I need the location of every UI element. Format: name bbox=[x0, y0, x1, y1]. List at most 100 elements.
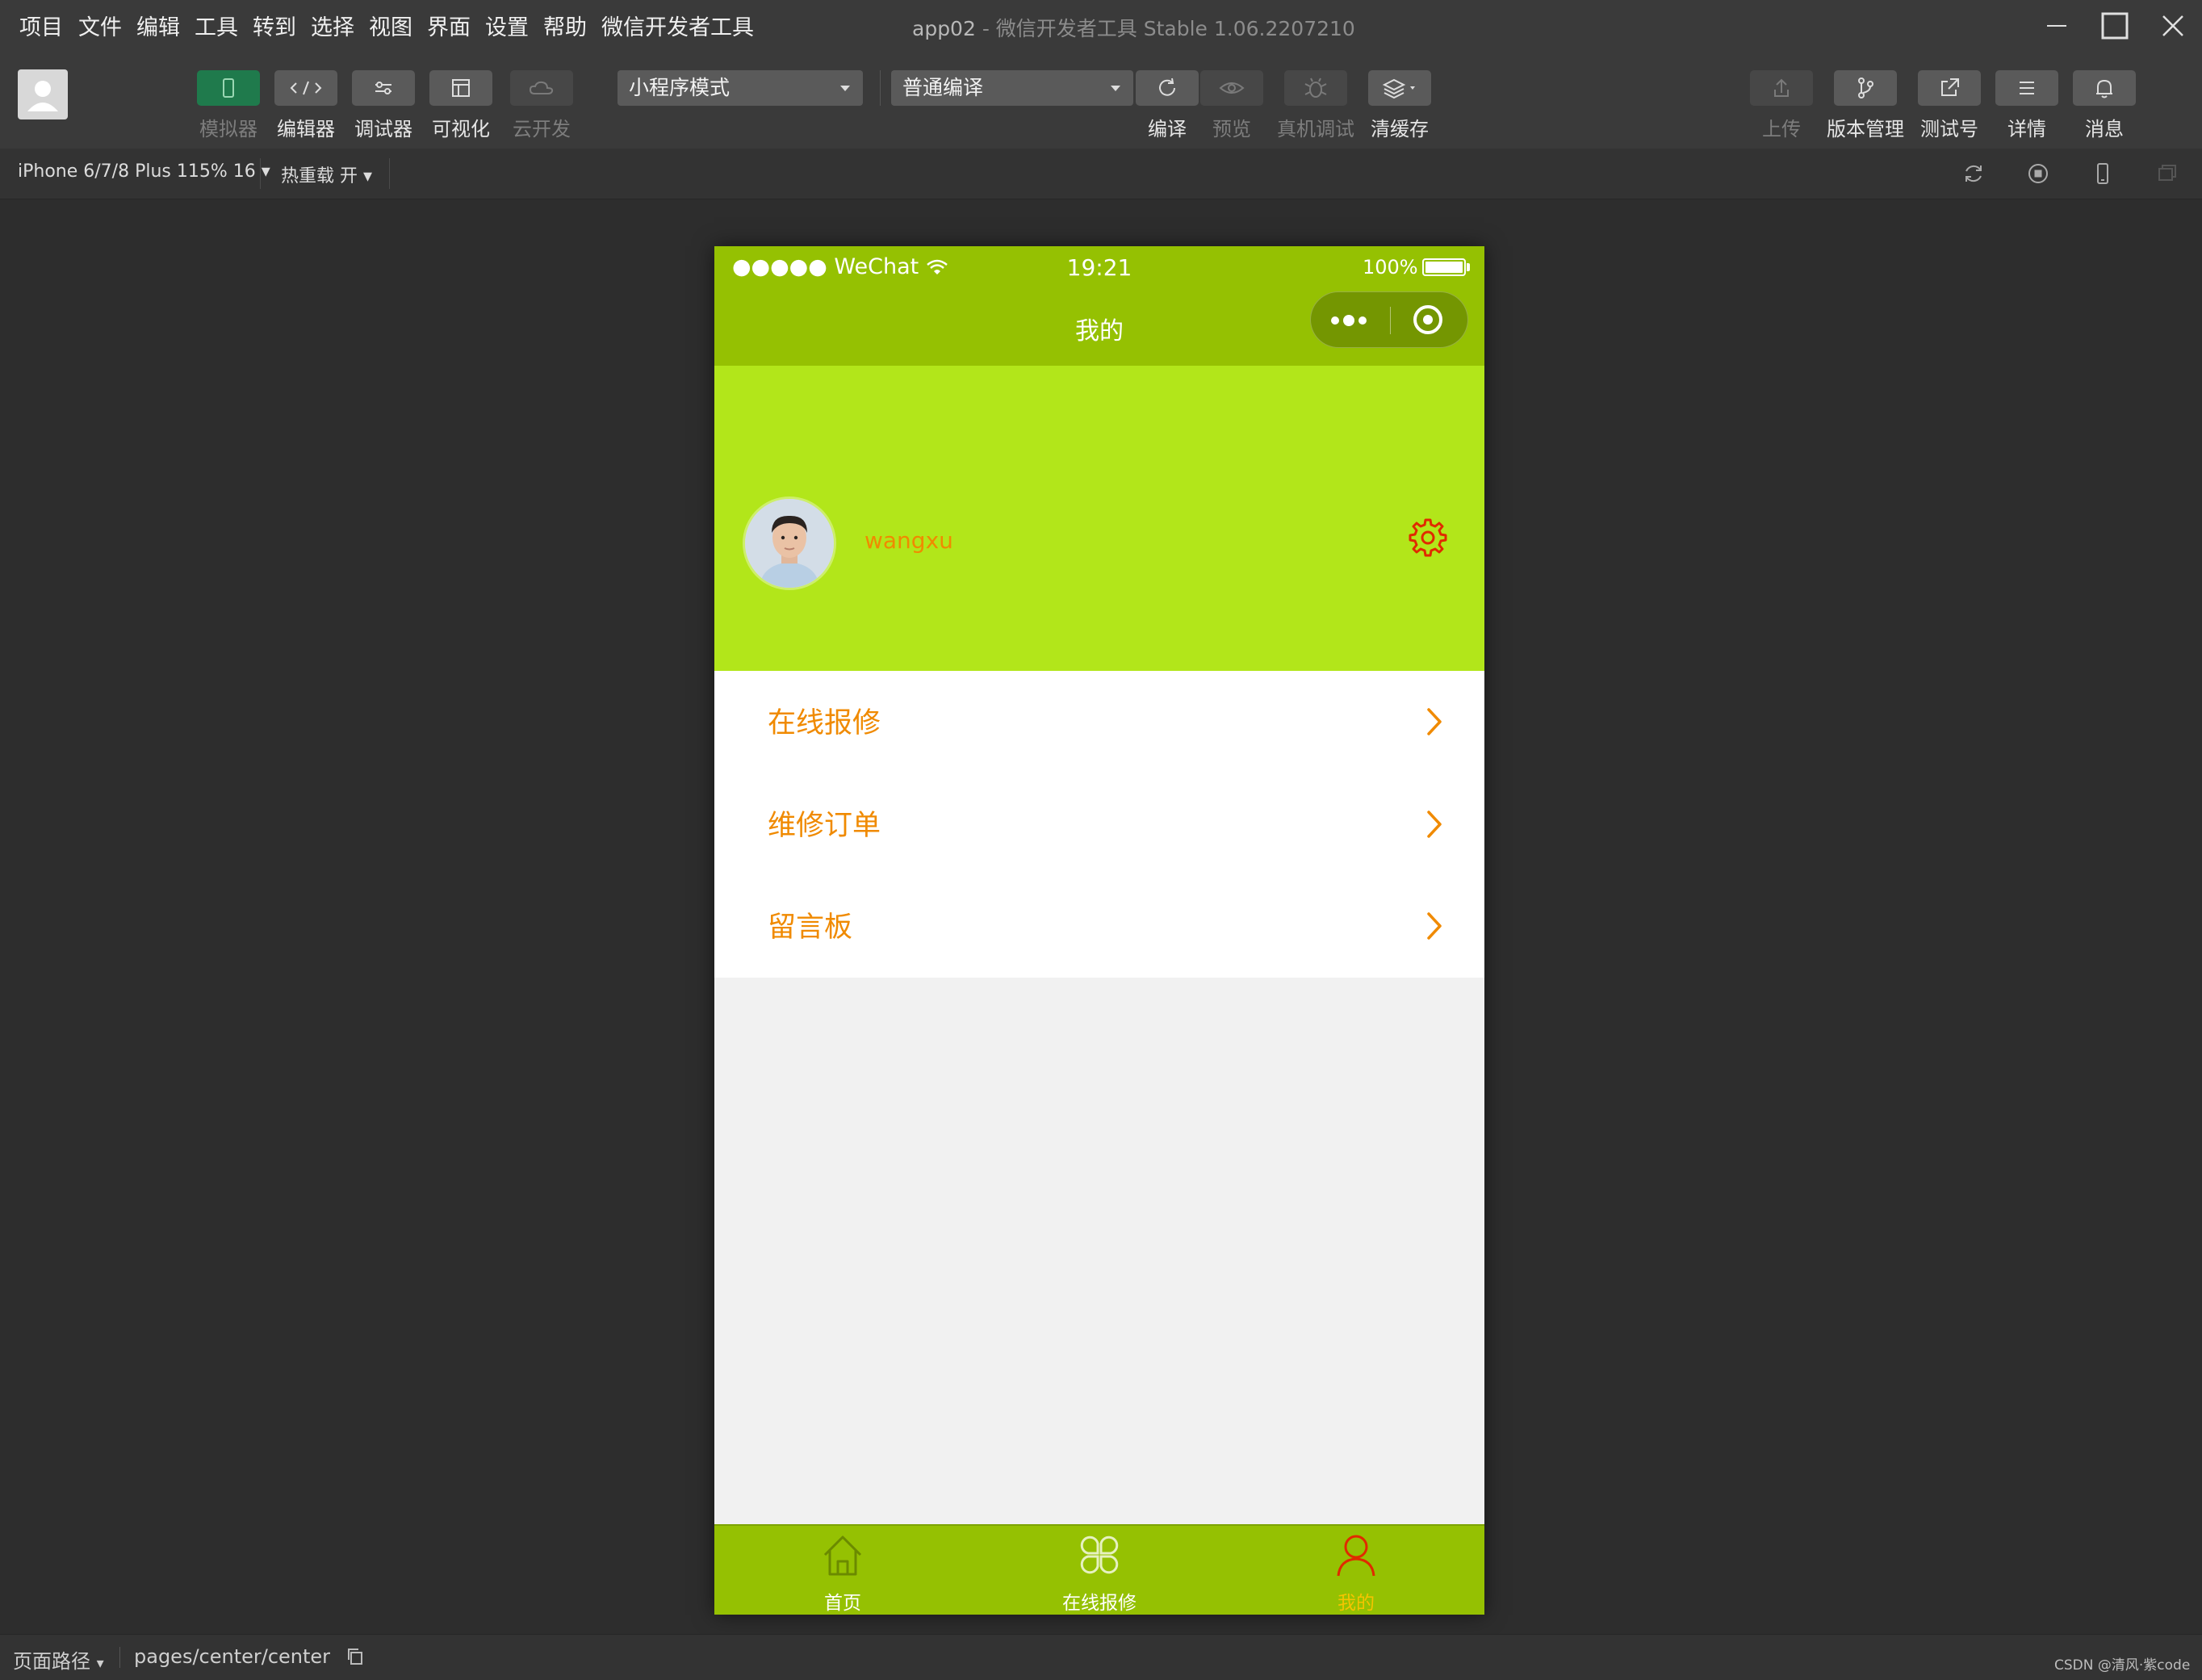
battery-percent: 100% bbox=[1363, 256, 1418, 279]
tab-label: 在线报修 bbox=[1062, 1593, 1137, 1614]
page-path-label: 页面路径 bbox=[13, 1650, 90, 1673]
messages-label: 消息 bbox=[2085, 118, 2124, 140]
device-select-value: iPhone 6/7/8 Plus 115% 16 bbox=[18, 161, 256, 182]
hotreload-select[interactable]: 热重载 开 ▾ bbox=[281, 161, 372, 187]
minimize-button[interactable] bbox=[2039, 8, 2074, 44]
watermark: CSDN @清风·紫code bbox=[2054, 1657, 2191, 1674]
tab-online-repair[interactable]: 在线报修 bbox=[971, 1526, 1228, 1615]
maximize-button[interactable] bbox=[2097, 8, 2133, 44]
version-label: 版本管理 bbox=[1827, 118, 1904, 140]
window-title-app: app02 bbox=[912, 17, 976, 40]
device-bar-divider bbox=[389, 158, 390, 189]
home-icon bbox=[823, 1535, 862, 1576]
settings-button[interactable] bbox=[1407, 517, 1449, 559]
phone-icon bbox=[223, 78, 234, 98]
mode-select-value: 小程序模式 bbox=[629, 76, 731, 99]
maximize-icon bbox=[2101, 12, 2129, 40]
branch-icon bbox=[1858, 78, 1873, 98]
detach-button[interactable] bbox=[2154, 160, 2181, 187]
caret-down-icon: ▾ bbox=[96, 1655, 104, 1672]
upload-button[interactable] bbox=[1750, 70, 1813, 106]
device-bar-divider bbox=[260, 158, 261, 189]
test-account-button[interactable] bbox=[1918, 70, 1981, 106]
chevron-right-icon bbox=[1427, 811, 1442, 838]
menu-wechat-devtools[interactable]: 微信开发者工具 bbox=[601, 10, 754, 41]
menu-goto[interactable]: 转到 bbox=[253, 10, 296, 41]
visual-button[interactable] bbox=[429, 70, 492, 106]
eye-icon bbox=[1219, 82, 1245, 94]
stop-button[interactable] bbox=[2024, 160, 2052, 187]
caret-down-icon bbox=[840, 86, 850, 91]
compile-select[interactable]: 普通编译 bbox=[891, 70, 1133, 106]
page-path-value: pages/center/center bbox=[134, 1645, 331, 1668]
compile-button[interactable] bbox=[1136, 70, 1199, 106]
list-item-online-repair[interactable]: 在线报修 bbox=[714, 671, 1484, 773]
capsule-menu bbox=[1310, 291, 1468, 348]
window-title-rest: - 微信开发者工具 Stable 1.06.2207210 bbox=[975, 17, 1355, 40]
menu-settings[interactable]: 设置 bbox=[485, 10, 529, 41]
bell-icon bbox=[2096, 79, 2112, 98]
cloud-button[interactable] bbox=[510, 70, 573, 106]
preview-button[interactable] bbox=[1200, 70, 1263, 106]
device-select[interactable]: iPhone 6/7/8 Plus 115% 16 ▾ bbox=[18, 161, 270, 182]
debugger-button[interactable] bbox=[352, 70, 415, 106]
remote-debug-label: 真机调试 bbox=[1277, 118, 1354, 140]
battery-tip bbox=[1467, 263, 1470, 271]
close-button[interactable] bbox=[2155, 8, 2191, 44]
external-link-icon bbox=[1941, 78, 1959, 96]
more-button[interactable] bbox=[1311, 292, 1390, 347]
list-item-repair-orders[interactable]: 维修订单 bbox=[714, 773, 1484, 875]
device-frame-button[interactable] bbox=[2089, 160, 2116, 187]
details-button[interactable] bbox=[1995, 70, 2058, 106]
user-avatar[interactable] bbox=[18, 69, 68, 119]
list-item-message-board[interactable]: 留言板 bbox=[714, 875, 1484, 977]
profile-avatar[interactable] bbox=[745, 499, 834, 588]
menu-view[interactable]: 视图 bbox=[369, 10, 412, 41]
tab-label: 首页 bbox=[824, 1593, 861, 1614]
list-item-label: 维修订单 bbox=[768, 810, 881, 842]
caret-down-icon: ▾ bbox=[261, 161, 270, 182]
bug-icon bbox=[1304, 78, 1327, 98]
mobile-icon bbox=[2097, 163, 2108, 184]
tab-label-active: 我的 bbox=[1338, 1593, 1375, 1614]
tab-bar: 首页 在线报修 我的 bbox=[714, 1524, 1484, 1615]
simulator-button[interactable] bbox=[197, 70, 260, 106]
list-item-label: 留言板 bbox=[768, 911, 853, 944]
menu-project[interactable]: 项目 bbox=[19, 10, 63, 41]
editor-button[interactable] bbox=[274, 70, 337, 106]
messages-button[interactable] bbox=[2073, 70, 2136, 106]
upload-icon bbox=[1774, 78, 1789, 97]
more-dots-icon bbox=[1331, 315, 1367, 326]
minimize-icon bbox=[2047, 25, 2066, 27]
caret-down-icon bbox=[1111, 86, 1120, 91]
preview-label: 预览 bbox=[1212, 118, 1251, 140]
menu-help[interactable]: 帮助 bbox=[543, 10, 587, 41]
close-icon bbox=[2162, 15, 2183, 36]
avatar-portrait bbox=[745, 499, 834, 588]
user-silhouette-icon bbox=[27, 81, 58, 111]
clear-cache-button[interactable] bbox=[1368, 70, 1431, 106]
layout-icon bbox=[452, 79, 470, 97]
tab-home[interactable]: 首页 bbox=[714, 1526, 971, 1615]
tab-mine[interactable]: 我的 bbox=[1228, 1526, 1484, 1615]
rotate-icon bbox=[1965, 165, 1982, 182]
gear-icon bbox=[1409, 518, 1447, 557]
menu-edit[interactable]: 编辑 bbox=[136, 10, 180, 41]
target-icon bbox=[1413, 305, 1442, 334]
layers-icon bbox=[1382, 78, 1415, 99]
cloud-label: 云开发 bbox=[513, 118, 571, 140]
page-path-select[interactable]: 页面路径 ▾ bbox=[13, 1645, 104, 1674]
menu-select[interactable]: 选择 bbox=[311, 10, 354, 41]
menu-file[interactable]: 文件 bbox=[78, 10, 122, 41]
remote-debug-button[interactable] bbox=[1284, 70, 1347, 106]
capsule-close-button[interactable] bbox=[1391, 292, 1468, 347]
window-title: app02 - 微信开发者工具 Stable 1.06.2207210 bbox=[912, 13, 1355, 42]
menu-interface[interactable]: 界面 bbox=[427, 10, 471, 41]
upload-label: 上传 bbox=[1762, 118, 1801, 140]
rotate-button[interactable] bbox=[1960, 160, 1987, 187]
version-button[interactable] bbox=[1834, 70, 1897, 106]
copy-icon[interactable] bbox=[345, 1646, 366, 1667]
menu-tools[interactable]: 工具 bbox=[195, 10, 238, 41]
user-icon bbox=[1337, 1535, 1375, 1577]
mode-select[interactable]: 小程序模式 bbox=[617, 70, 863, 106]
